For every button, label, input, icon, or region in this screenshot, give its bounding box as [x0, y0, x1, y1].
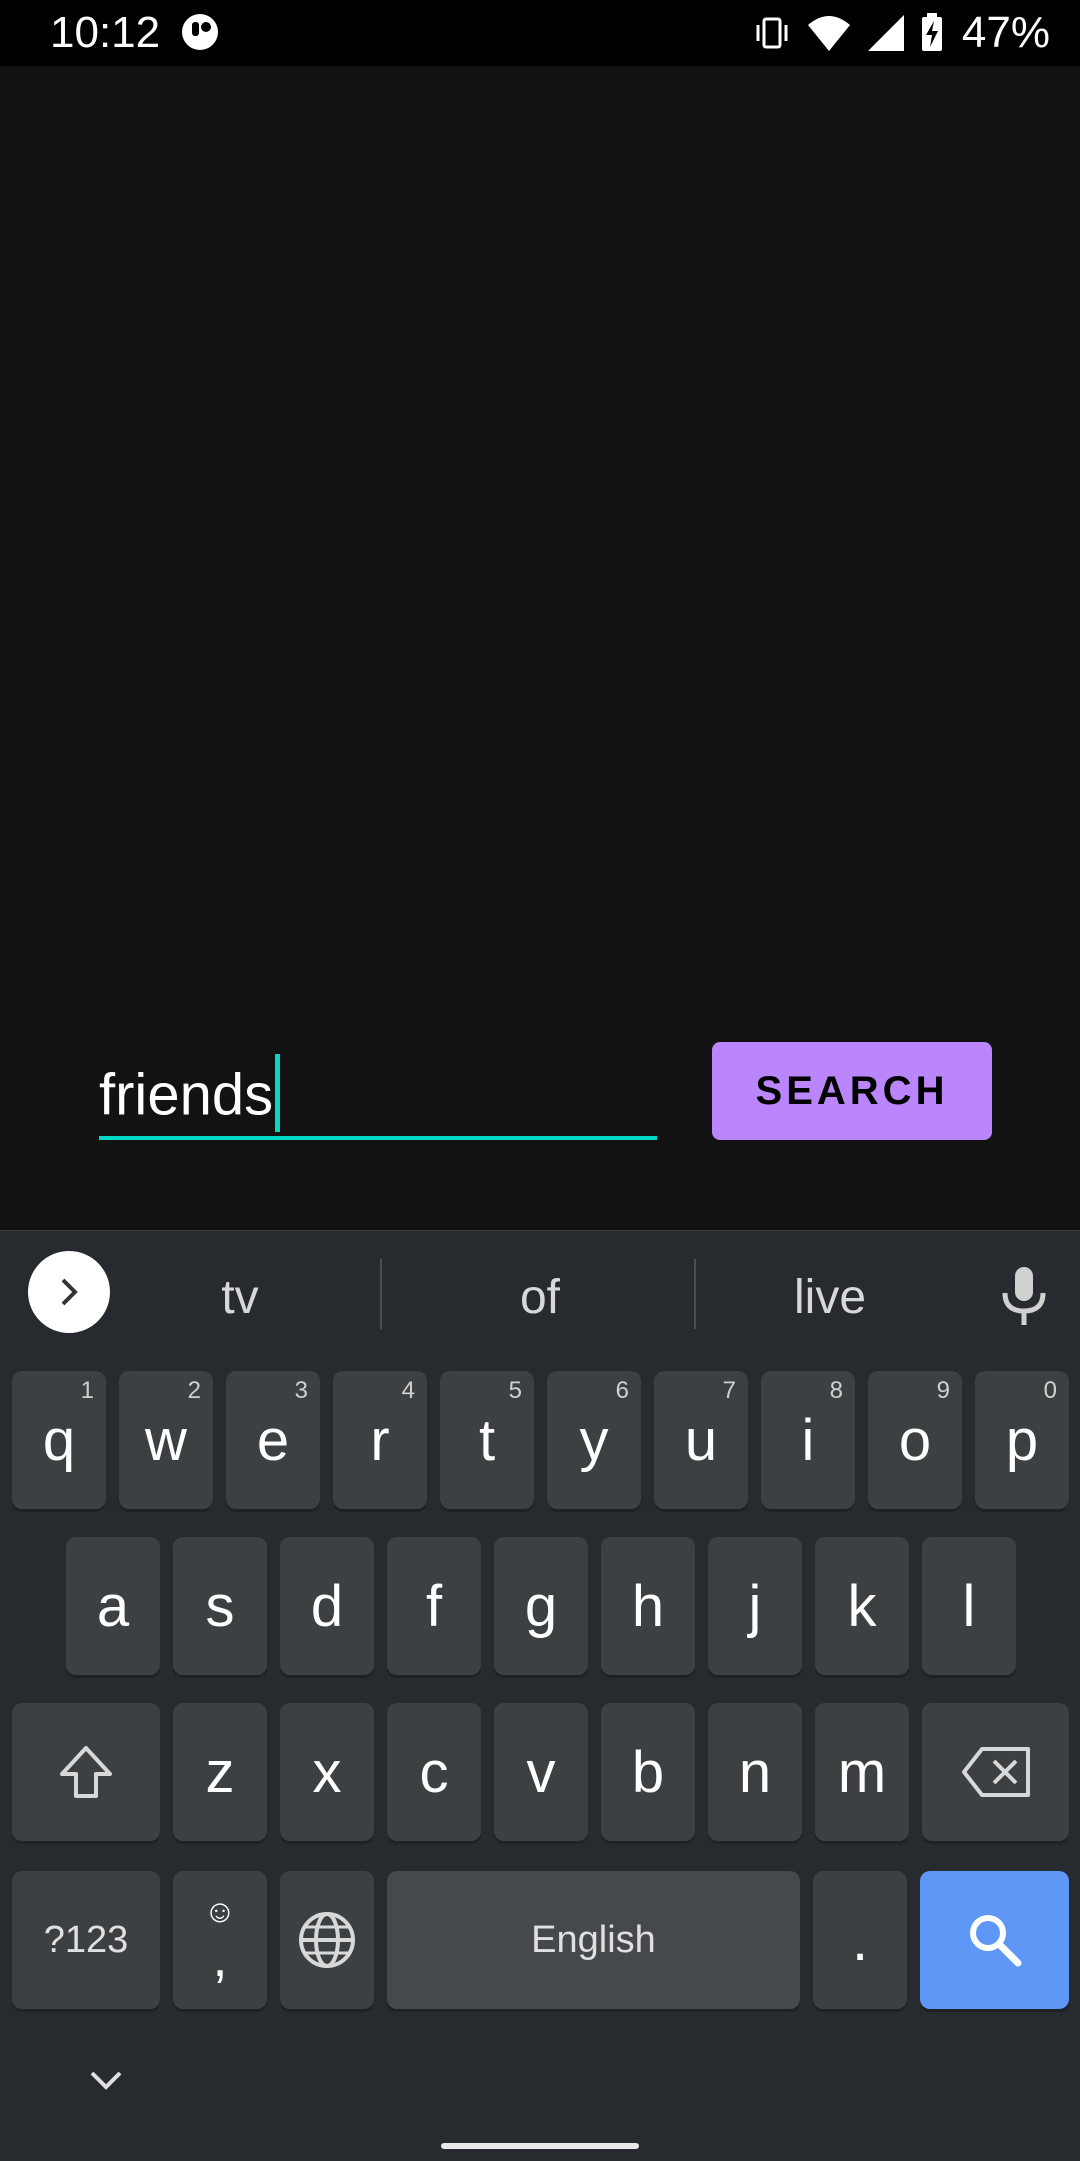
chevron-right-icon	[61, 1278, 78, 1306]
hide-keyboard-icon[interactable]	[86, 2065, 126, 2095]
gesture-nav-handle[interactable]	[441, 2143, 639, 2149]
key-k[interactable]: k	[815, 1537, 909, 1675]
comma-label: ,	[212, 1928, 228, 1988]
status-bar: 10:12 47%	[0, 0, 1080, 66]
key-p[interactable]: p0	[975, 1371, 1069, 1509]
globe-icon	[299, 1912, 355, 1968]
battery-icon	[921, 13, 942, 51]
search-input-text: friends	[99, 1054, 281, 1138]
key-g[interactable]: g	[494, 1537, 588, 1675]
language-key[interactable]	[280, 1871, 374, 2009]
status-icons: 47%	[752, 6, 1050, 60]
suggestion-1[interactable]: tv	[150, 1257, 330, 1337]
search-input[interactable]: friends	[99, 1040, 657, 1140]
emoji-icon: ☺	[203, 1893, 237, 1929]
key-r[interactable]: r4	[333, 1371, 427, 1509]
keyboard-expand-button[interactable]	[28, 1251, 110, 1333]
app-notification-icon	[182, 14, 218, 50]
mic-icon[interactable]	[996, 1265, 1052, 1329]
key-u[interactable]: u7	[654, 1371, 748, 1509]
key-l[interactable]: l	[922, 1537, 1016, 1675]
symbols-key[interactable]: ?123	[12, 1871, 160, 2009]
signal-icon	[867, 15, 904, 51]
key-q[interactable]: q1	[12, 1371, 106, 1509]
key-x[interactable]: x	[280, 1703, 374, 1841]
backspace-icon	[961, 1747, 1030, 1797]
text-cursor	[275, 1054, 281, 1132]
space-key[interactable]: English	[387, 1871, 800, 2009]
key-y[interactable]: y6	[547, 1371, 641, 1509]
key-s[interactable]: s	[173, 1537, 267, 1675]
backspace-key[interactable]	[922, 1703, 1069, 1841]
battery-percent: 47%	[961, 8, 1050, 57]
key-c[interactable]: c	[387, 1703, 481, 1841]
wifi-icon	[807, 16, 850, 51]
key-m[interactable]: m	[815, 1703, 909, 1841]
period-key[interactable]: .	[813, 1871, 907, 2009]
key-n[interactable]: n	[708, 1703, 802, 1841]
key-w[interactable]: w2	[119, 1371, 213, 1509]
key-d[interactable]: d	[280, 1537, 374, 1675]
emoji-comma-key[interactable]: ☺ ,	[173, 1871, 267, 2009]
shift-key[interactable]	[12, 1703, 160, 1841]
keyboard-search-key[interactable]	[920, 1871, 1069, 2009]
shift-icon	[60, 1746, 112, 1798]
key-h[interactable]: h	[601, 1537, 695, 1675]
soft-keyboard: tv of live q1 w2 e3 r4 t5 y6 u7 i8 o9 p0…	[0, 1230, 1080, 2161]
key-b[interactable]: b	[601, 1703, 695, 1841]
status-time: 10:12	[50, 8, 161, 57]
key-i[interactable]: i8	[761, 1371, 855, 1509]
key-t[interactable]: t5	[440, 1371, 534, 1509]
search-input-underline	[99, 1136, 657, 1140]
key-a[interactable]: a	[66, 1537, 160, 1675]
key-e[interactable]: e3	[226, 1371, 320, 1509]
key-f[interactable]: f	[387, 1537, 481, 1675]
key-v[interactable]: v	[494, 1703, 588, 1841]
key-j[interactable]: j	[708, 1537, 802, 1675]
search-icon	[969, 1915, 1021, 1967]
suggestion-3[interactable]: live	[720, 1257, 940, 1337]
suggestion-2[interactable]: of	[420, 1257, 660, 1337]
suggestion-divider	[694, 1259, 696, 1329]
vibrate-icon	[756, 17, 788, 49]
key-o[interactable]: o9	[868, 1371, 962, 1509]
suggestion-divider	[380, 1259, 382, 1329]
search-button[interactable]: SEARCH	[712, 1042, 992, 1140]
suggestion-strip: tv of live	[0, 1231, 1080, 1357]
key-z[interactable]: z	[173, 1703, 267, 1841]
